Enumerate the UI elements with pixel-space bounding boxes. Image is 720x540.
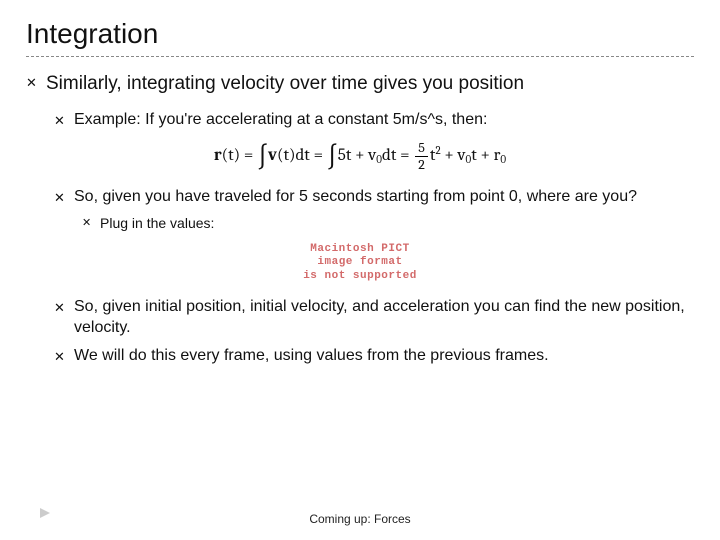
eq-r0-sub: 0 [500,153,506,166]
eq-int1-arg: (t)dt = [277,146,327,165]
text-p6: We will do this every frame, using value… [74,345,694,367]
bullet-lvl2: ✕ So, given you have traveled for 5 seco… [54,186,694,208]
text-p1: Similarly, integrating velocity over tim… [46,71,694,97]
bullet-lvl1: ✕ Similarly, integrating velocity over t… [26,71,694,97]
eq-lhs-r: r [214,146,222,165]
bullet-lvl2: ✕ We will do this every frame, using val… [54,345,694,367]
equation-block: r(t) = ∫v(t)dt = ∫5t + v0dt = 52t2 + v0t… [26,140,694,172]
text-p2: Example: If you're accelerating at a con… [74,109,694,131]
title-rule [26,56,694,57]
equation: r(t) = ∫v(t)dt = ∫5t + v0dt = 52t2 + v0t… [214,140,506,172]
bullet-icon: ✕ [54,186,74,208]
text-p3: So, given you have traveled for 5 second… [74,186,694,208]
bullet-icon: ✕ [82,214,100,233]
eq-int2-body: 5t + v [338,146,377,165]
eq-lhs-arg: (t) = [222,146,257,165]
slide: Integration ✕ Similarly, integrating vel… [0,0,720,540]
eq-int1-v: v [268,146,277,165]
footer-text: Coming up: Forces [0,512,720,526]
bullet-icon: ✕ [54,296,74,339]
eq-int1: ∫ [257,142,268,172]
text-p4: Plug in the values: [100,214,694,233]
eq-fraction: 52 [415,140,428,172]
eq-int2-tail: dt = [382,146,413,165]
slide-title: Integration [26,18,694,50]
error-line-1: Macintosh PICT [303,243,417,257]
eq-int2: ∫ [327,142,338,172]
bullet-lvl3: ✕ Plug in the values: [82,214,694,233]
missing-image-placeholder: Macintosh PICT image format is not suppo… [26,243,694,284]
bullet-lvl2: ✕ Example: If you're accelerating at a c… [54,109,694,131]
eq-frac-den: 2 [415,157,428,172]
error-line-2: image format [303,256,417,270]
bullet-icon: ✕ [54,109,74,131]
bullet-icon: ✕ [54,345,74,367]
eq-frac-num: 5 [415,140,428,156]
eq-v0-tail: t + r [471,146,500,165]
text-p5: So, given initial position, initial velo… [74,296,694,339]
bullet-icon: ✕ [26,71,46,97]
eq-plus-v: + v [441,146,466,165]
bullet-lvl2: ✕ So, given initial position, initial ve… [54,296,694,339]
error-line-3: is not supported [303,270,417,284]
